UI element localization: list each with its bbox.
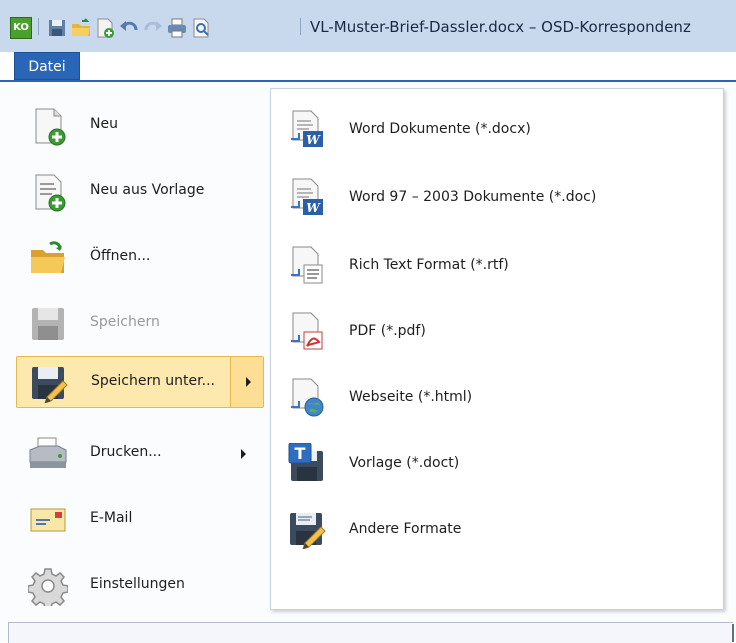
- print-icon[interactable]: [166, 17, 188, 39]
- other-formats-save-icon: [287, 509, 327, 550]
- menu-label-settings: Einstellungen: [90, 576, 185, 592]
- menu-item-save-as[interactable]: Speichern unter...: [16, 356, 264, 408]
- undo-icon[interactable]: [118, 17, 140, 39]
- menu-label-new-from-template: Neu aus Vorlage: [90, 182, 205, 198]
- email-icon: [28, 500, 68, 540]
- menu-label-save: Speichern: [90, 314, 160, 330]
- svg-text:T: T: [295, 444, 306, 463]
- window-title: VL-Muster-Brief-Dassler.docx – OSD-Korre…: [310, 18, 691, 36]
- file-menu: Neu Neu aus Vorlage Öffnen... Speichern …: [16, 92, 264, 632]
- toolbar-separator: [38, 18, 39, 35]
- save-as-submenu: W Word Dokumente (*.docx) W Word 97 – 20…: [270, 88, 724, 610]
- svg-text:W: W: [306, 201, 321, 215]
- quick-access-toolbar: KO VL-Muster-Brief-Dassler.docx – OSD-Ko…: [0, 14, 736, 42]
- format-item-docx[interactable]: W Word Dokumente (*.docx): [271, 101, 723, 157]
- submenu-arrow-icon: [241, 449, 246, 459]
- format-label-docx: Word Dokumente (*.docx): [349, 121, 531, 137]
- format-label-html: Webseite (*.html): [349, 389, 473, 405]
- menu-label-email: E-Mail: [90, 510, 133, 526]
- format-label-other: Andere Formate: [349, 521, 462, 537]
- title-bar: KO VL-Muster-Brief-Dassler.docx – OSD-Ko…: [0, 0, 736, 52]
- format-label-doc: Word 97 – 2003 Dokumente (*.doc): [349, 189, 597, 205]
- menu-item-print[interactable]: Drucken...: [16, 428, 264, 480]
- format-item-template[interactable]: T Vorlage (*.doct): [271, 435, 723, 491]
- app-logo-icon[interactable]: KO: [10, 17, 32, 39]
- open-folder-icon[interactable]: [70, 17, 92, 39]
- menu-item-open[interactable]: Öffnen...: [16, 232, 264, 284]
- print-preview-icon[interactable]: [190, 17, 212, 39]
- new-document-icon[interactable]: [94, 17, 116, 39]
- save-as-icon: [29, 363, 69, 404]
- menu-item-email[interactable]: E-Mail: [16, 494, 264, 546]
- save-icon[interactable]: [46, 17, 68, 39]
- submenu-arrow-icon: [246, 377, 251, 387]
- svg-text:W: W: [306, 133, 321, 147]
- rtf-document-icon: [287, 245, 327, 285]
- settings-gear-icon: [27, 566, 69, 610]
- menu-label-save-as: Speichern unter...: [91, 373, 215, 389]
- menu-item-save: Speichern: [16, 298, 264, 350]
- menu-label-open: Öffnen...: [90, 248, 151, 264]
- toolbar-separator: [300, 18, 301, 35]
- scrollbar-edge: [732, 624, 734, 642]
- file-tab[interactable]: Datei: [14, 52, 80, 80]
- menu-item-settings[interactable]: Einstellungen: [16, 560, 264, 612]
- format-item-doc[interactable]: W Word 97 – 2003 Dokumente (*.doc): [271, 169, 723, 225]
- redo-icon[interactable]: [142, 17, 164, 39]
- menu-item-new[interactable]: Neu: [16, 100, 264, 152]
- word-doc-icon: W: [287, 177, 327, 217]
- template-icon: T: [287, 442, 327, 483]
- format-label-rtf: Rich Text Format (*.rtf): [349, 257, 509, 273]
- save-as-submenu-toggle[interactable]: [230, 357, 263, 407]
- menu-label-new: Neu: [90, 116, 118, 132]
- webpage-globe-icon: [287, 377, 327, 417]
- word-docx-icon: W: [287, 109, 327, 149]
- pdf-document-icon: [287, 311, 327, 351]
- format-label-pdf: PDF (*.pdf): [349, 323, 426, 339]
- menu-item-new-from-template[interactable]: Neu aus Vorlage: [16, 166, 264, 218]
- printer-icon: [28, 434, 68, 474]
- menu-label-print: Drucken...: [90, 444, 162, 460]
- format-item-html[interactable]: Webseite (*.html): [271, 369, 723, 425]
- new-from-template-icon: [28, 172, 68, 212]
- new-document-icon: [28, 106, 68, 146]
- open-folder-icon: [28, 238, 68, 278]
- format-item-pdf[interactable]: PDF (*.pdf): [271, 303, 723, 359]
- format-item-rtf[interactable]: Rich Text Format (*.rtf): [271, 237, 723, 293]
- format-item-other[interactable]: Andere Formate: [271, 501, 723, 557]
- document-area-edge: [8, 622, 733, 643]
- format-label-template: Vorlage (*.doct): [349, 455, 460, 471]
- save-icon: [28, 304, 68, 344]
